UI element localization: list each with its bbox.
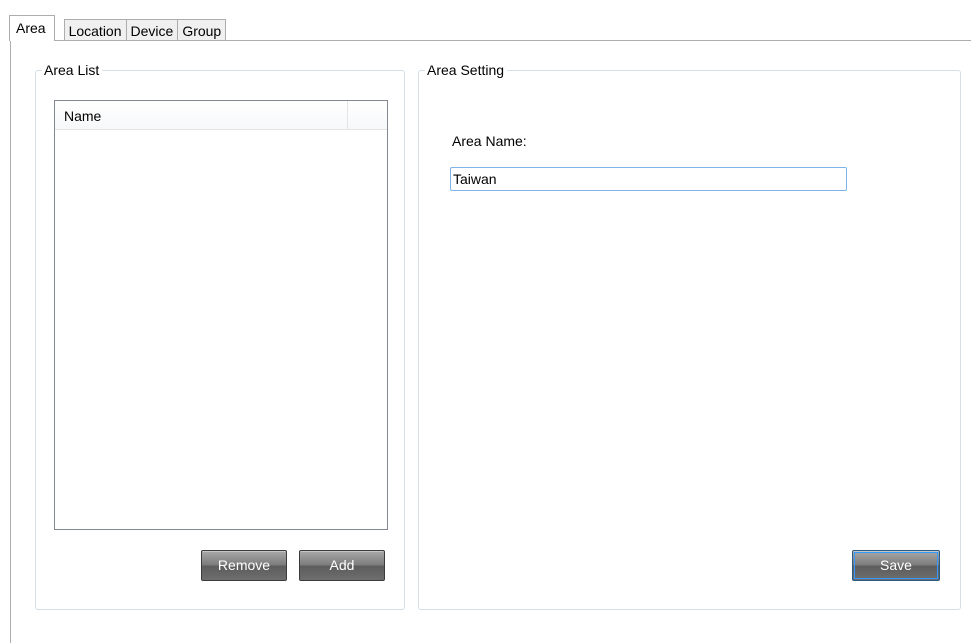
list-header: Name — [55, 101, 387, 130]
column-header-name[interactable]: Name — [55, 101, 348, 129]
area-setting-group: Area Setting Area Name: Save — [418, 61, 961, 610]
column-header-filler — [348, 101, 387, 129]
area-list-title: Area List — [42, 61, 103, 79]
tab-panel-border — [10, 40, 971, 41]
remove-button[interactable]: Remove — [201, 550, 287, 581]
area-management-window: Area Location Device Group Area List Nam… — [0, 0, 971, 643]
area-list-group: Area List Name Remove Add — [35, 61, 405, 610]
save-button[interactable]: Save — [852, 550, 940, 581]
tab-panel-left-border — [10, 40, 11, 643]
tab-location[interactable]: Location — [63, 19, 127, 41]
area-setting-title: Area Setting — [425, 61, 508, 79]
area-list-view[interactable]: Name — [54, 100, 388, 530]
tab-bar: Area Location Device Group — [9, 15, 227, 41]
area-name-input[interactable] — [450, 167, 847, 191]
area-name-label: Area Name: — [452, 133, 527, 149]
tab-group[interactable]: Group — [177, 19, 227, 41]
add-button[interactable]: Add — [299, 550, 385, 581]
tab-device[interactable]: Device — [125, 19, 179, 41]
tab-area[interactable]: Area — [9, 15, 55, 41]
